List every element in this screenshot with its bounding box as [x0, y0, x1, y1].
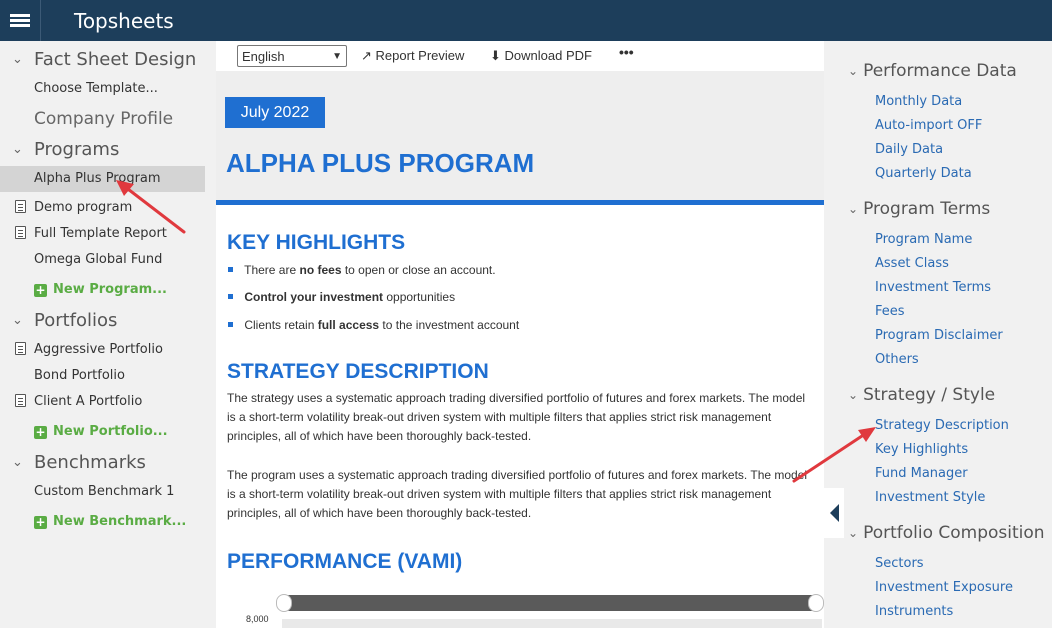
- app-title: Topsheets: [74, 8, 174, 33]
- nav-program-name[interactable]: Program Name: [875, 232, 972, 247]
- sidebar-item-demo-program[interactable]: Demo program: [15, 200, 132, 215]
- nav-daily-data[interactable]: Daily Data: [875, 142, 943, 157]
- highlight-item: There are no fees to open or close an ac…: [228, 263, 495, 277]
- section-fact-sheet-design[interactable]: ⌄ Fact Sheet Design: [12, 49, 196, 70]
- nav-fees[interactable]: Fees: [875, 304, 905, 319]
- program-title: ALPHA PLUS PROGRAM: [226, 148, 535, 178]
- more-icon[interactable]: •••: [619, 44, 634, 60]
- sidebar-item-full-template-report[interactable]: Full Template Report: [15, 226, 167, 241]
- chevron-down-icon: ⌄: [12, 313, 23, 328]
- nav-fund-manager[interactable]: Fund Manager: [875, 466, 968, 481]
- main-preview: English ▼ ↗ Report Preview ⬇ Download PD…: [216, 41, 824, 628]
- plus-icon: +: [34, 425, 47, 439]
- nav-instruments[interactable]: Instruments: [875, 604, 953, 619]
- nav-auto-import[interactable]: Auto-import OFF: [875, 118, 982, 133]
- new-program-button[interactable]: + New Program...: [34, 282, 167, 297]
- plus-icon: +: [34, 283, 47, 297]
- date-badge: July 2022: [225, 97, 325, 128]
- section-strategy-style[interactable]: ⌄ Strategy / Style: [848, 385, 995, 405]
- chevron-down-icon: ⌄: [12, 142, 23, 157]
- highlight-item: Control your investment opportunities: [228, 290, 455, 304]
- key-highlights-heading: KEY HIGHLIGHTS: [227, 231, 406, 254]
- range-handle-right[interactable]: [808, 594, 824, 612]
- choose-template-item[interactable]: Choose Template...: [34, 81, 158, 96]
- nav-investment-style[interactable]: Investment Style: [875, 490, 985, 505]
- download-pdf-button[interactable]: ⬇ Download PDF: [490, 48, 592, 64]
- section-performance-data[interactable]: ⌄ Performance Data: [848, 61, 1017, 81]
- company-profile-item[interactable]: Company Profile: [34, 109, 173, 129]
- section-benchmarks[interactable]: ⌄ Benchmarks: [12, 452, 146, 473]
- chevron-down-icon: ⌄: [848, 388, 859, 402]
- chevron-down-icon: ⌄: [12, 52, 23, 67]
- new-portfolio-button[interactable]: + New Portfolio...: [34, 424, 168, 439]
- strategy-paragraph: The strategy uses a systematic approach …: [227, 391, 806, 443]
- document-icon: [15, 394, 26, 407]
- report-preview-button[interactable]: ↗ Report Preview: [361, 48, 464, 64]
- chart-range-slider[interactable]: [282, 595, 822, 611]
- nav-investment-exposure[interactable]: Investment Exposure: [875, 580, 1013, 595]
- chart-area: [282, 619, 822, 628]
- right-sidebar: ⌄ Performance Data Monthly Data Auto-impo…: [844, 41, 1052, 628]
- document-icon: [15, 200, 26, 213]
- toolbar: English ▼ ↗ Report Preview ⬇ Download PD…: [216, 41, 824, 71]
- nav-strategy-description[interactable]: Strategy Description: [875, 418, 1009, 433]
- top-bar: Topsheets: [0, 0, 1052, 41]
- sidebar-item-client-a-portfolio[interactable]: Client A Portfolio: [15, 394, 142, 409]
- document-header: July 2022 ALPHA PLUS PROGRAM: [216, 71, 824, 203]
- performance-heading: PERFORMANCE (VAMI): [227, 550, 463, 573]
- range-handle-left[interactable]: [276, 594, 292, 612]
- nav-investment-terms[interactable]: Investment Terms: [875, 280, 991, 295]
- nav-key-highlights[interactable]: Key Highlights: [875, 442, 968, 457]
- nav-quarterly-data[interactable]: Quarterly Data: [875, 166, 972, 181]
- section-program-terms[interactable]: ⌄ Program Terms: [848, 199, 990, 219]
- left-sidebar: ⌄ Fact Sheet Design Choose Template... C…: [0, 41, 215, 628]
- sidebar-item-omega-global-fund[interactable]: Omega Global Fund: [34, 252, 162, 267]
- section-portfolios[interactable]: ⌄ Portfolios: [12, 310, 117, 331]
- chevron-down-icon: ⌄: [848, 202, 859, 216]
- sidebar-item-custom-benchmark-1[interactable]: Custom Benchmark 1: [34, 484, 174, 499]
- document-icon: [15, 342, 26, 355]
- sidebar-item-bond-portfolio[interactable]: Bond Portfolio: [34, 368, 125, 383]
- language-select[interactable]: English ▼: [237, 45, 347, 67]
- collapse-left-icon: [829, 504, 839, 522]
- new-benchmark-button[interactable]: + New Benchmark...: [34, 514, 186, 529]
- nav-monthly-data[interactable]: Monthly Data: [875, 94, 962, 109]
- chevron-down-icon: ▼: [332, 50, 342, 62]
- collapse-panel-button[interactable]: [824, 488, 844, 538]
- nav-program-disclaimer[interactable]: Program Disclaimer: [875, 328, 1003, 343]
- download-icon: ⬇: [490, 48, 501, 63]
- sidebar-item-alpha-plus-program[interactable]: Alpha Plus Program: [34, 171, 161, 186]
- plus-icon: +: [34, 515, 47, 529]
- y-axis-tick: 8,000: [246, 614, 269, 624]
- nav-others[interactable]: Others: [875, 352, 919, 367]
- chevron-down-icon: ⌄: [848, 526, 859, 540]
- external-link-icon: ↗: [361, 48, 372, 63]
- section-programs[interactable]: ⌄ Programs: [12, 139, 119, 160]
- section-portfolio-composition[interactable]: ⌄ Portfolio Composition: [848, 523, 1045, 543]
- header-divider: [216, 200, 824, 205]
- chevron-down-icon: ⌄: [12, 455, 23, 470]
- highlight-item: Clients retain full access to the invest…: [228, 318, 519, 332]
- nav-asset-class[interactable]: Asset Class: [875, 256, 949, 271]
- chevron-down-icon: ⌄: [848, 64, 859, 78]
- menu-icon[interactable]: [0, 0, 41, 41]
- strategy-paragraph: The program uses a systematic approach t…: [227, 468, 808, 520]
- document-icon: [15, 226, 26, 239]
- strategy-description-heading: STRATEGY DESCRIPTION: [227, 360, 489, 383]
- nav-sectors[interactable]: Sectors: [875, 556, 924, 571]
- sidebar-item-aggressive-portfolio[interactable]: Aggressive Portfolio: [15, 342, 163, 357]
